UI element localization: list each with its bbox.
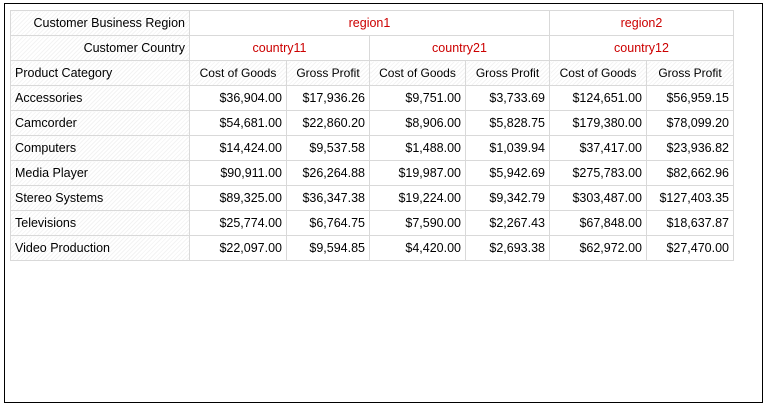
table-cell: $127,403.35	[646, 185, 734, 211]
table-body: Accessories $36,904.00 $17,936.26 $9,751…	[10, 85, 734, 261]
table-cell: $7,590.00	[369, 210, 466, 236]
row-category: Stereo Systems	[10, 185, 190, 211]
table-cell: $89,325.00	[189, 185, 287, 211]
row-category: Media Player	[10, 160, 190, 186]
table-cell: $56,959.15	[646, 85, 734, 111]
row-category: Computers	[10, 135, 190, 161]
table-cell: $19,224.00	[369, 185, 466, 211]
measure-header-profit: Gross Profit	[465, 60, 550, 86]
table-cell: $62,972.00	[549, 235, 647, 261]
country-header-country12[interactable]: country12	[549, 35, 734, 61]
table-row: Video Production $22,097.00 $9,594.85 $4…	[10, 235, 734, 261]
table-cell: $22,097.00	[189, 235, 287, 261]
country-header-country21[interactable]: country21	[369, 35, 550, 61]
row-category: Video Production	[10, 235, 190, 261]
table-cell: $8,906.00	[369, 110, 466, 136]
table-cell: $82,662.96	[646, 160, 734, 186]
table-cell: $27,470.00	[646, 235, 734, 261]
table-row: Televisions $25,774.00 $6,764.75 $7,590.…	[10, 210, 734, 236]
country-header-country11[interactable]: country11	[189, 35, 370, 61]
measure-header-profit: Gross Profit	[646, 60, 734, 86]
table-row: Computers $14,424.00 $9,537.58 $1,488.00…	[10, 135, 734, 161]
row-category: Accessories	[10, 85, 190, 111]
row-category: Camcorder	[10, 110, 190, 136]
table-cell: $275,783.00	[549, 160, 647, 186]
measure-header-cost: Cost of Goods	[369, 60, 466, 86]
table-cell: $18,637.87	[646, 210, 734, 236]
table-cell: $6,764.75	[286, 210, 370, 236]
row-category: Televisions	[10, 210, 190, 236]
table-cell: $179,380.00	[549, 110, 647, 136]
table-cell: $19,987.00	[369, 160, 466, 186]
table-cell: $2,693.38	[465, 235, 550, 261]
region-header-row: Customer Business Region region1 region2	[10, 10, 734, 36]
measure-header-row: Product Category Cost of Goods Gross Pro…	[10, 60, 734, 86]
table-cell: $23,936.82	[646, 135, 734, 161]
table-cell: $4,420.00	[369, 235, 466, 261]
report-frame: Customer Business Region region1 region2…	[4, 3, 763, 403]
table-cell: $54,681.00	[189, 110, 287, 136]
table-cell: $36,347.38	[286, 185, 370, 211]
table-cell: $37,417.00	[549, 135, 647, 161]
table-cell: $9,342.79	[465, 185, 550, 211]
table-cell: $67,848.00	[549, 210, 647, 236]
table-cell: $1,488.00	[369, 135, 466, 161]
table-cell: $9,537.58	[286, 135, 370, 161]
region-header-region2[interactable]: region2	[549, 10, 734, 36]
table-cell: $2,267.43	[465, 210, 550, 236]
measure-header-cost: Cost of Goods	[189, 60, 287, 86]
category-axis-label: Product Category	[10, 60, 190, 86]
table-cell: $1,039.94	[465, 135, 550, 161]
table-cell: $124,651.00	[549, 85, 647, 111]
table-row: Accessories $36,904.00 $17,936.26 $9,751…	[10, 85, 734, 111]
table-cell: $22,860.20	[286, 110, 370, 136]
country-axis-label: Customer Country	[10, 35, 190, 61]
region-axis-label: Customer Business Region	[10, 10, 190, 36]
table-cell: $14,424.00	[189, 135, 287, 161]
table-cell: $25,774.00	[189, 210, 287, 236]
table-row: Camcorder $54,681.00 $22,860.20 $8,906.0…	[10, 110, 734, 136]
table-cell: $26,264.88	[286, 160, 370, 186]
table-cell: $78,099.20	[646, 110, 734, 136]
country-header-row: Customer Country country11 country21 cou…	[10, 35, 734, 61]
table-cell: $3,733.69	[465, 85, 550, 111]
table-row: Media Player $90,911.00 $26,264.88 $19,9…	[10, 160, 734, 186]
table-cell: $5,942.69	[465, 160, 550, 186]
table-cell: $5,828.75	[465, 110, 550, 136]
table-cell: $17,936.26	[286, 85, 370, 111]
region-header-region1[interactable]: region1	[189, 10, 550, 36]
table-cell: $9,751.00	[369, 85, 466, 111]
pivot-table: Customer Business Region region1 region2…	[10, 10, 734, 261]
table-cell: $90,911.00	[189, 160, 287, 186]
measure-header-cost: Cost of Goods	[549, 60, 647, 86]
table-cell: $9,594.85	[286, 235, 370, 261]
table-row: Stereo Systems $89,325.00 $36,347.38 $19…	[10, 185, 734, 211]
table-cell: $303,487.00	[549, 185, 647, 211]
table-cell: $36,904.00	[189, 85, 287, 111]
measure-header-profit: Gross Profit	[286, 60, 370, 86]
